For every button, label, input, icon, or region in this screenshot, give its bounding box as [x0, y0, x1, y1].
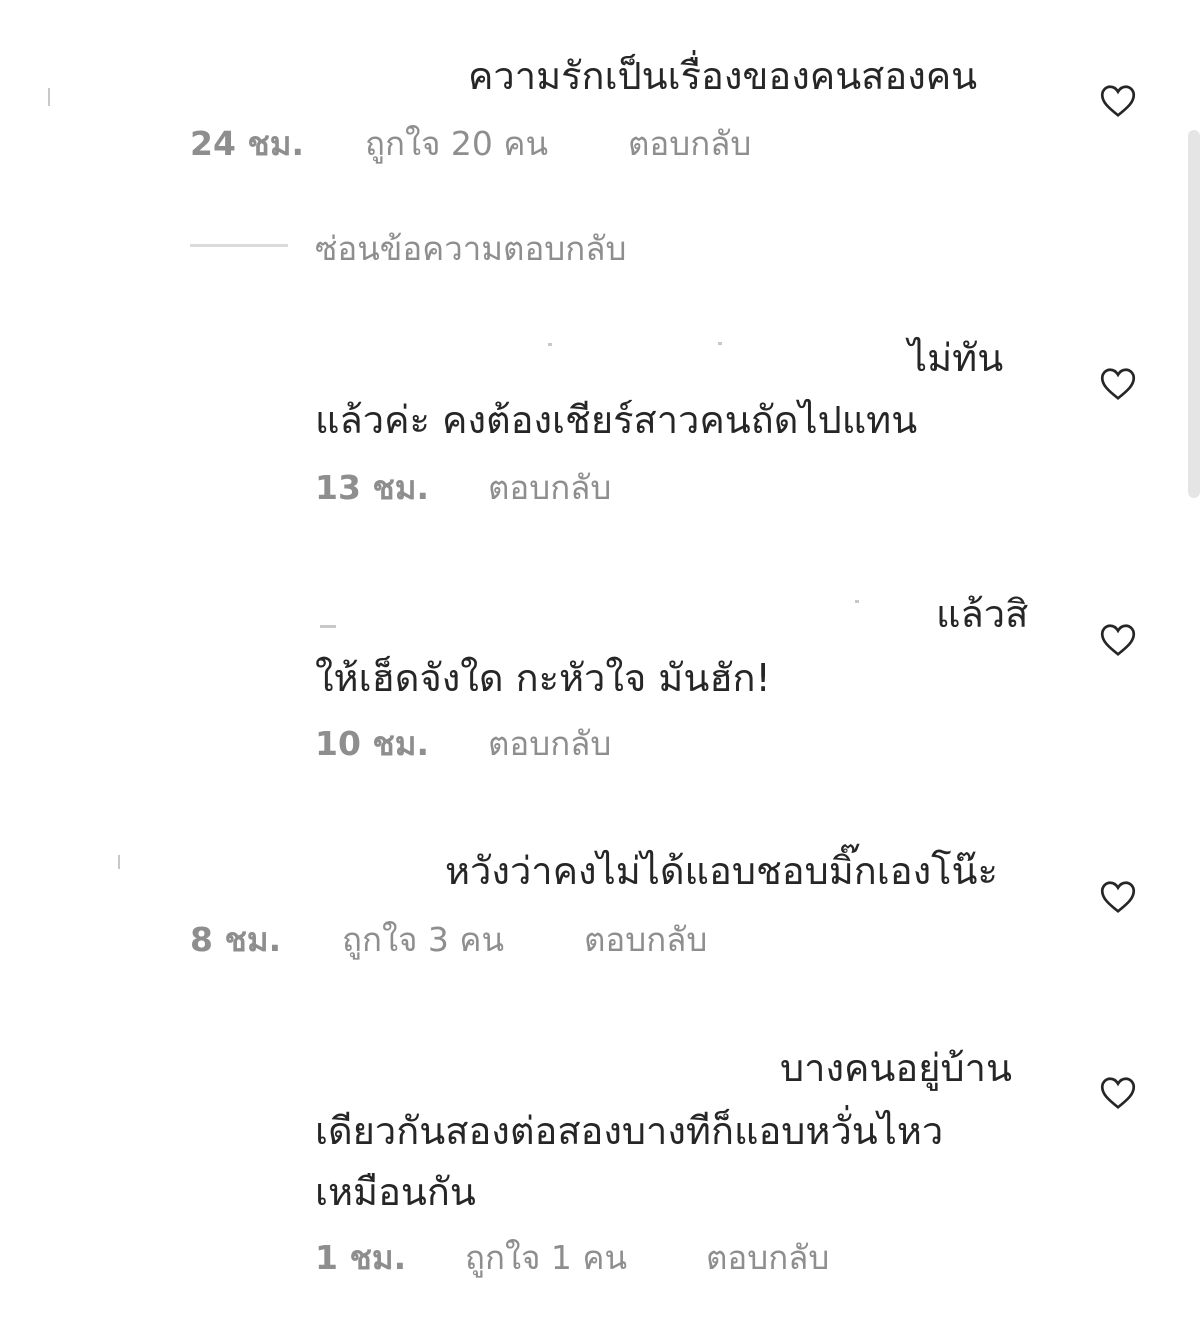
divider-line — [190, 244, 288, 247]
comment-text: ไม่ทัน — [908, 336, 1004, 380]
comment-time: 10 ชม. — [315, 724, 430, 763]
redaction-mark — [48, 88, 50, 106]
comment-text: เหมือนกัน — [315, 1170, 476, 1214]
redaction-mark — [855, 600, 859, 603]
heart-icon[interactable] — [1100, 1076, 1136, 1110]
comment-time: 1 ชม. — [315, 1238, 407, 1277]
reply-button[interactable]: ตอบกลับ — [584, 920, 707, 960]
comment-text: หวังว่าคงไม่ได้แอบชอบมิ๊กเองโน๊ะ — [445, 849, 998, 893]
comment-likes[interactable]: ถูกใจ 1 คน — [465, 1238, 627, 1278]
heart-icon[interactable] — [1100, 367, 1136, 401]
comment-text: บางคนอยู่บ้าน — [780, 1046, 1012, 1090]
redaction-mark — [118, 855, 120, 869]
heart-icon[interactable] — [1100, 880, 1136, 914]
heart-icon[interactable] — [1100, 623, 1136, 657]
comment-text: ความรักเป็นเรื่องของคนสองคน — [468, 54, 978, 98]
comment-text: เดียวกันสองต่อสองบางทีก็แอบหวั่นไหว — [315, 1109, 944, 1153]
reply-button[interactable]: ตอบกลับ — [488, 724, 611, 764]
reply-button[interactable]: ตอบกลับ — [488, 468, 611, 508]
redaction-mark — [320, 625, 336, 628]
reply-button[interactable]: ตอบกลับ — [706, 1238, 829, 1278]
hide-replies-button[interactable]: ซ่อนข้อความตอบกลับ — [315, 229, 626, 269]
reply-button[interactable]: ตอบกลับ — [628, 124, 751, 164]
comment-text: ให้เฮ็ดจังใด กะหัวใจ มันฮัก! — [315, 656, 771, 700]
redaction-mark — [718, 342, 722, 345]
scrollbar[interactable] — [1188, 130, 1200, 498]
comment-likes[interactable]: ถูกใจ 20 คน — [365, 124, 548, 164]
comment-text: แล้วค่ะ คงต้องเชียร์สาวคนถัดไปแทน — [315, 398, 918, 442]
comment-likes[interactable]: ถูกใจ 3 คน — [342, 920, 504, 960]
comment-time: 13 ชม. — [315, 468, 430, 507]
redaction-mark — [548, 343, 552, 346]
comment-text: แล้วสิ — [936, 592, 1029, 636]
comment-time: 8 ชม. — [190, 920, 282, 959]
comment-time: 24 ชม. — [190, 124, 305, 163]
heart-icon[interactable] — [1100, 84, 1136, 118]
